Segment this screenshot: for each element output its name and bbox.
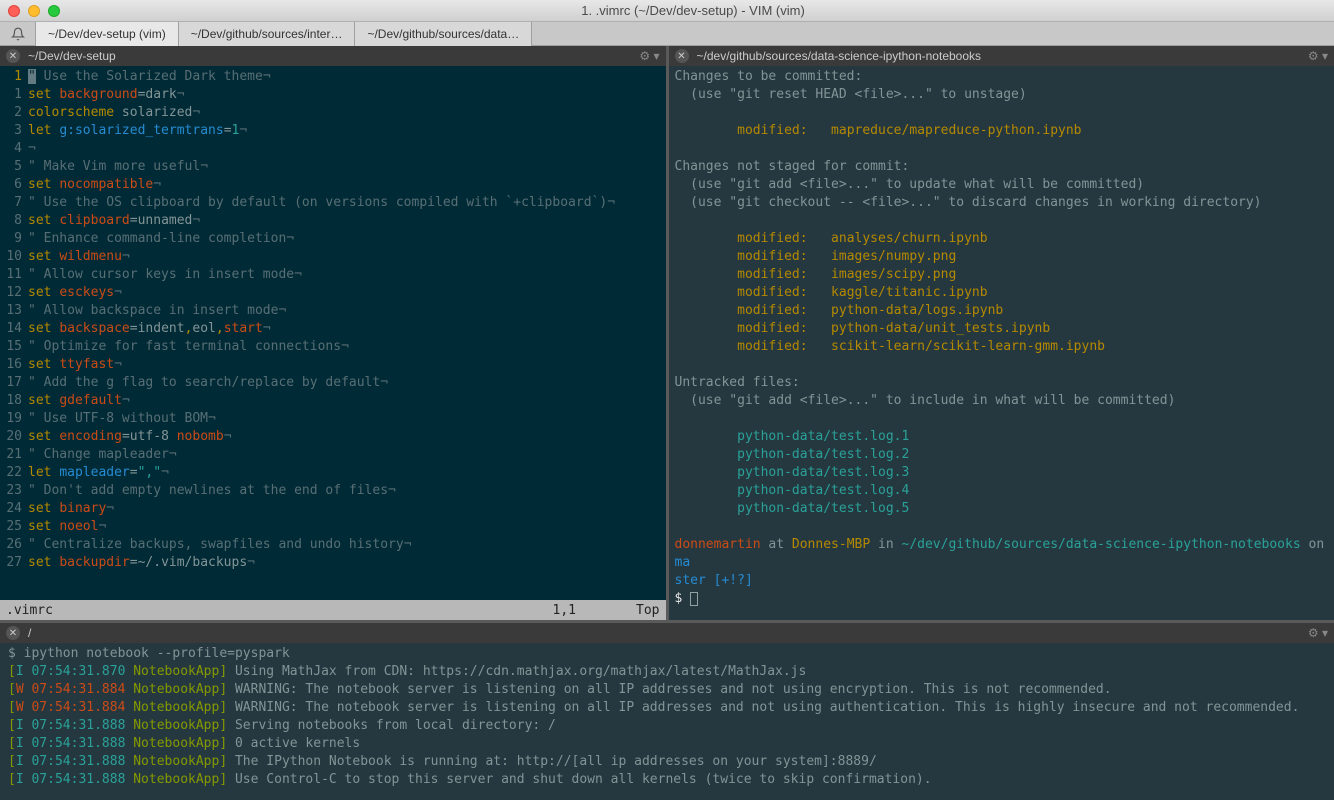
line-number: 26 [0,536,22,554]
code-line[interactable]: set noeol¬ [28,518,666,536]
code-line[interactable]: " Don't add empty newlines at the end of… [28,482,666,500]
tab-2[interactable]: ~/Dev/github/sources/data… [355,22,532,46]
window-title: 1. .vimrc (~/Dev/dev-setup) - VIM (vim) [60,3,1326,18]
maximize-window-button[interactable] [48,5,60,17]
line-number: 8 [0,212,22,230]
line-number-gutter: 1123456789101112131415161718192021222324… [0,66,28,600]
line-number: 12 [0,284,22,302]
line-number: 2 [0,104,22,122]
editor-content[interactable]: " Use the Solarized Dark theme¬set backg… [28,66,666,600]
bottom-terminal-pane: ✕ / ⚙ ▾ $ ipython notebook --profile=pys… [0,620,1334,800]
code-line[interactable]: set backupdir=~/.vim/backups¬ [28,554,666,572]
gear-icon[interactable]: ⚙ ▾ [1308,49,1328,63]
minimize-window-button[interactable] [28,5,40,17]
code-line[interactable]: " Optimize for fast terminal connections… [28,338,666,356]
status-mode: Top [636,603,659,618]
line-number: 17 [0,374,22,392]
gear-icon[interactable]: ⚙ ▾ [639,49,659,63]
code-line[interactable]: set gdefault¬ [28,392,666,410]
line-number: 27 [0,554,22,572]
line-number: 1 [0,86,22,104]
line-number: 18 [0,392,22,410]
line-number: 24 [0,500,22,518]
code-line[interactable]: " Add the g flag to search/replace by de… [28,374,666,392]
line-number: 20 [0,428,22,446]
code-line[interactable]: ¬ [28,140,666,158]
line-number: 22 [0,464,22,482]
notifications-icon[interactable] [0,22,36,46]
gear-icon[interactable]: ⚙ ▾ [1308,626,1328,640]
line-number: 4 [0,140,22,158]
tab-0[interactable]: ~/Dev/dev-setup (vim) [36,22,179,46]
code-line[interactable]: " Enhance command-line completion¬ [28,230,666,248]
code-line[interactable]: set esckeys¬ [28,284,666,302]
close-pane-icon[interactable]: ✕ [6,49,20,63]
code-line[interactable]: set backspace=indent,eol,start¬ [28,320,666,338]
code-line[interactable]: set clipboard=unnamed¬ [28,212,666,230]
line-number: 23 [0,482,22,500]
left-editor-pane: ✕ ~/Dev/dev-setup ⚙ ▾ 112345678910111213… [0,46,669,620]
line-number: 13 [0,302,22,320]
line-number: 11 [0,266,22,284]
code-line[interactable]: " Make Vim more useful¬ [28,158,666,176]
bottom-pane-title: / [28,626,31,640]
tab-bar: ~/Dev/dev-setup (vim)~/Dev/github/source… [0,22,1334,46]
line-number: 14 [0,320,22,338]
code-line[interactable]: " Use the Solarized Dark theme¬ [28,68,666,86]
line-number: 5 [0,158,22,176]
ipython-terminal[interactable]: $ ipython notebook --profile=pyspark[I 0… [0,643,1334,800]
titlebar: 1. .vimrc (~/Dev/dev-setup) - VIM (vim) [0,0,1334,22]
code-line[interactable]: set ttyfast¬ [28,356,666,374]
line-number: 6 [0,176,22,194]
line-number: 10 [0,248,22,266]
code-line[interactable]: let mapleader=","¬ [28,464,666,482]
close-pane-icon[interactable]: ✕ [675,49,689,63]
line-number: 16 [0,356,22,374]
code-line[interactable]: set wildmenu¬ [28,248,666,266]
git-status-terminal[interactable]: Changes to be committed: (use "git reset… [669,66,1334,620]
right-terminal-pane: ✕ ~/dev/github/sources/data-science-ipyt… [669,46,1334,620]
line-number: 21 [0,446,22,464]
code-line[interactable]: " Use UTF-8 without BOM¬ [28,410,666,428]
line-number: 15 [0,338,22,356]
status-filename: .vimrc [6,603,53,618]
code-line[interactable]: colorscheme solarized¬ [28,104,666,122]
code-line[interactable]: let g:solarized_termtrans=1¬ [28,122,666,140]
code-line[interactable]: set nocompatible¬ [28,176,666,194]
close-pane-icon[interactable]: ✕ [6,626,20,640]
right-pane-title: ~/dev/github/sources/data-science-ipytho… [697,49,982,63]
left-pane-header: ✕ ~/Dev/dev-setup ⚙ ▾ [0,46,666,66]
line-number: 1 [0,68,22,86]
work-area: ✕ ~/Dev/dev-setup ⚙ ▾ 112345678910111213… [0,46,1334,800]
right-pane-header: ✕ ~/dev/github/sources/data-science-ipyt… [669,46,1334,66]
code-line[interactable]: set encoding=utf-8 nobomb¬ [28,428,666,446]
line-number: 7 [0,194,22,212]
close-window-button[interactable] [8,5,20,17]
vim-statusbar: .vimrc 1,1 Top [0,600,666,620]
code-line[interactable]: " Change mapleader¬ [28,446,666,464]
code-line[interactable]: " Use the OS clipboard by default (on ve… [28,194,666,212]
status-position: 1,1 [553,603,576,618]
code-line[interactable]: " Centralize backups, swapfiles and undo… [28,536,666,554]
code-line[interactable]: set background=dark¬ [28,86,666,104]
tab-1[interactable]: ~/Dev/github/sources/inter… [179,22,356,46]
line-number: 3 [0,122,22,140]
line-number: 19 [0,410,22,428]
left-pane-title: ~/Dev/dev-setup [28,49,116,63]
code-line[interactable]: " Allow backspace in insert mode¬ [28,302,666,320]
traffic-lights [8,5,60,17]
terminal-cursor [690,592,698,606]
top-split: ✕ ~/Dev/dev-setup ⚙ ▾ 112345678910111213… [0,46,1334,620]
line-number: 9 [0,230,22,248]
editor-viewport[interactable]: 1123456789101112131415161718192021222324… [0,66,666,600]
bottom-pane-header: ✕ / ⚙ ▾ [0,623,1334,643]
line-number: 25 [0,518,22,536]
main-window: 1. .vimrc (~/Dev/dev-setup) - VIM (vim) … [0,0,1334,800]
code-line[interactable]: set binary¬ [28,500,666,518]
code-line[interactable]: " Allow cursor keys in insert mode¬ [28,266,666,284]
